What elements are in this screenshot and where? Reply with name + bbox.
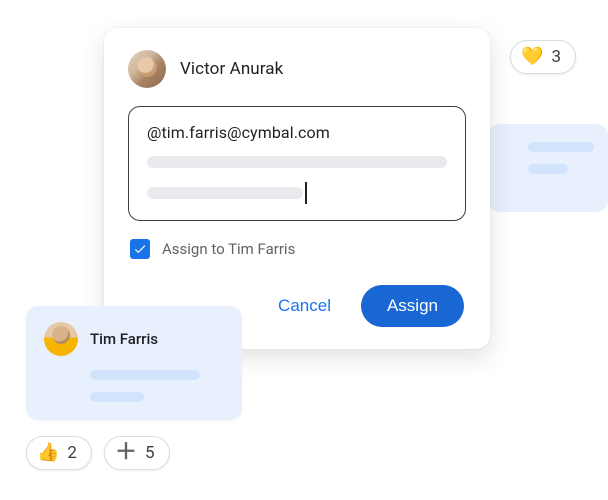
placeholder-line	[147, 156, 447, 168]
text-caret	[305, 182, 307, 204]
commenter-avatar	[128, 50, 166, 88]
background-card	[488, 124, 608, 212]
assignee-avatar	[44, 322, 78, 356]
reaction-chip-heart[interactable]: 💛 3	[510, 40, 576, 74]
reaction-chip-thumbs[interactable]: 👍 2	[26, 436, 92, 470]
reaction-count: 5	[145, 443, 155, 463]
placeholder-line	[90, 392, 144, 402]
reaction-chip-add[interactable]: ＋ 5	[104, 436, 170, 470]
assignee-card[interactable]: Tim Farris	[26, 306, 242, 420]
commenter-name: Victor Anurak	[180, 59, 283, 79]
assign-row[interactable]: Assign to Tim Farris	[128, 239, 466, 259]
placeholder-line	[528, 142, 594, 152]
plus-icon: ＋	[115, 442, 137, 464]
placeholder-line	[90, 370, 200, 380]
comment-dialog: Victor Anurak @tim.farris@cymbal.com Ass…	[104, 28, 490, 349]
comment-input[interactable]: @tim.farris@cymbal.com	[128, 106, 466, 221]
assign-label: Assign to Tim Farris	[162, 240, 295, 258]
check-icon	[133, 242, 147, 256]
placeholder-line	[528, 164, 568, 174]
placeholder-line	[147, 187, 303, 199]
cancel-button[interactable]: Cancel	[274, 290, 335, 322]
assignee-name: Tim Farris	[90, 330, 158, 348]
reaction-count: 3	[551, 47, 561, 67]
thumbs-up-icon: 👍	[37, 444, 59, 462]
mention-text: @tim.farris@cymbal.com	[147, 123, 447, 142]
reaction-row: 👍 2 ＋ 5	[26, 436, 170, 470]
heart-icon: 💛	[521, 48, 543, 66]
reaction-count: 2	[67, 443, 77, 463]
dialog-header: Victor Anurak	[128, 50, 466, 88]
assign-button[interactable]: Assign	[361, 285, 464, 327]
assign-checkbox[interactable]	[130, 239, 150, 259]
